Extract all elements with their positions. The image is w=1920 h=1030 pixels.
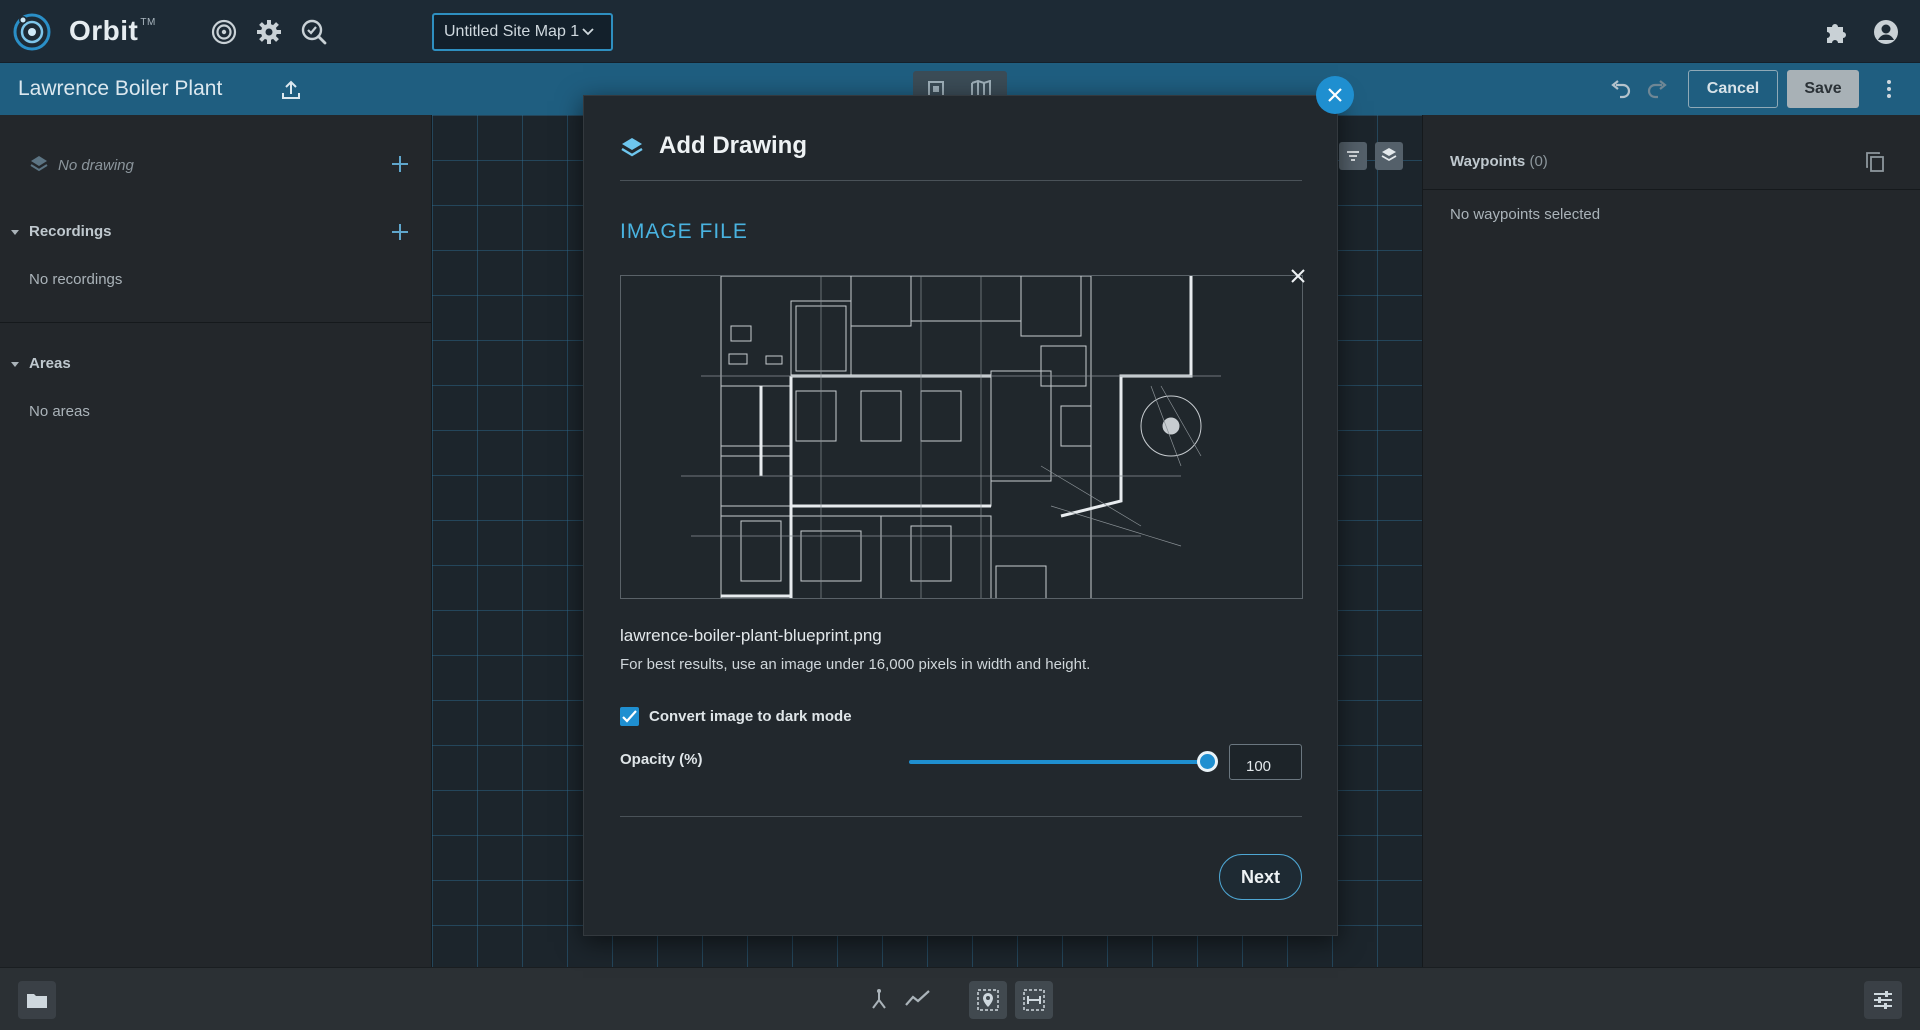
- dialog-title: Add Drawing: [659, 132, 807, 159]
- waypoints-count: (0): [1529, 153, 1548, 170]
- next-button[interactable]: Next: [1219, 854, 1302, 900]
- title-divider: [620, 180, 1302, 181]
- dark-mode-label[interactable]: Convert image to dark mode: [649, 708, 852, 725]
- gear-icon[interactable]: [255, 18, 283, 46]
- site-name[interactable]: Lawrence Boiler Plant: [18, 77, 222, 101]
- opacity-slider-track[interactable]: [909, 760, 1211, 764]
- drawing-row: No drawing: [0, 155, 432, 185]
- recordings-header[interactable]: Recordings: [0, 223, 432, 253]
- top-bar: Orbit TM Untitled Site Map 1: [0, 0, 1920, 63]
- more-vertical-icon[interactable]: [1880, 77, 1898, 101]
- measure-icon: [1023, 989, 1045, 1011]
- measure-tool-button[interactable]: [1015, 981, 1053, 1019]
- trend-line-icon[interactable]: [905, 988, 931, 1008]
- recordings-empty: No recordings: [29, 271, 123, 288]
- close-dialog-button[interactable]: [1316, 76, 1354, 114]
- image-size-hint: For best results, use an image under 16,…: [620, 656, 1091, 673]
- account-icon[interactable]: [1872, 18, 1900, 46]
- copy-icon[interactable]: [1865, 151, 1885, 173]
- upload-icon[interactable]: [280, 79, 302, 101]
- waypoints-empty: No waypoints selected: [1450, 206, 1601, 223]
- search-check-icon[interactable]: [300, 18, 328, 46]
- redo-icon[interactable]: [1646, 79, 1670, 99]
- drawing-preview: [620, 275, 1303, 599]
- recordings-title: Recordings: [29, 223, 112, 240]
- image-filename: lawrence-boiler-plant-blueprint.png: [620, 626, 882, 645]
- filter-icon: [1347, 151, 1359, 161]
- add-drawing-button[interactable]: [390, 154, 410, 174]
- caret-down-icon: [11, 362, 19, 367]
- no-drawing-text: No drawing: [58, 157, 134, 174]
- layers-icon: [30, 156, 48, 172]
- layers-icon: [1381, 148, 1397, 162]
- undo-icon[interactable]: [1608, 79, 1632, 99]
- panel-divider: [1423, 189, 1920, 190]
- remove-image-button[interactable]: [1290, 268, 1306, 284]
- areas-title: Areas: [29, 355, 71, 372]
- mission-target-icon[interactable]: [210, 18, 238, 46]
- areas-empty: No areas: [29, 403, 90, 420]
- sliders-icon: [1874, 991, 1892, 1009]
- folder-icon: [27, 994, 47, 1008]
- areas-header[interactable]: Areas: [0, 355, 432, 385]
- site-map-select[interactable]: Untitled Site Map 1: [432, 13, 613, 51]
- image-file-section-label: IMAGE FILE: [620, 220, 748, 243]
- opacity-slider-thumb[interactable]: [1197, 751, 1218, 772]
- checkmark-icon: [622, 710, 637, 723]
- cancel-button[interactable]: Cancel: [1688, 70, 1778, 108]
- opacity-input[interactable]: [1229, 744, 1302, 780]
- save-button[interactable]: Save: [1787, 70, 1859, 108]
- left-panel: No drawing Recordings No recordings Area…: [0, 115, 432, 967]
- close-icon: [1328, 88, 1342, 102]
- add-drawing-dialog: Add Drawing IMAGE FILE lawrence-boiler-p…: [583, 95, 1338, 936]
- filter-button[interactable]: [1339, 142, 1367, 170]
- puzzle-icon[interactable]: [1822, 18, 1850, 46]
- settings-sliders-button[interactable]: [1864, 981, 1902, 1019]
- caret-down-icon: [11, 230, 19, 235]
- layers-button[interactable]: [1375, 142, 1403, 170]
- walk-path-icon[interactable]: [868, 988, 890, 1010]
- folder-button[interactable]: [18, 981, 56, 1019]
- bottom-toolbar: [0, 967, 1920, 1030]
- blueprint-preview-image: [681, 276, 1221, 598]
- waypoints-header: Waypoints (0): [1450, 153, 1548, 170]
- add-recording-button[interactable]: [390, 222, 410, 242]
- orbit-logo-icon[interactable]: [12, 12, 52, 52]
- opacity-label: Opacity (%): [620, 751, 703, 768]
- chevron-down-icon: [582, 28, 594, 36]
- dark-mode-checkbox[interactable]: [620, 707, 639, 726]
- app-brand: Orbit TM: [69, 15, 156, 46]
- footer-divider: [620, 816, 1302, 817]
- right-panel: Waypoints (0) No waypoints selected: [1422, 115, 1920, 967]
- layers-icon: [621, 138, 643, 157]
- waypoint-pin-icon: [977, 989, 999, 1011]
- waypoint-tool-button[interactable]: [969, 981, 1007, 1019]
- waypoints-title: Waypoints: [1450, 153, 1526, 170]
- section-divider: [0, 322, 432, 323]
